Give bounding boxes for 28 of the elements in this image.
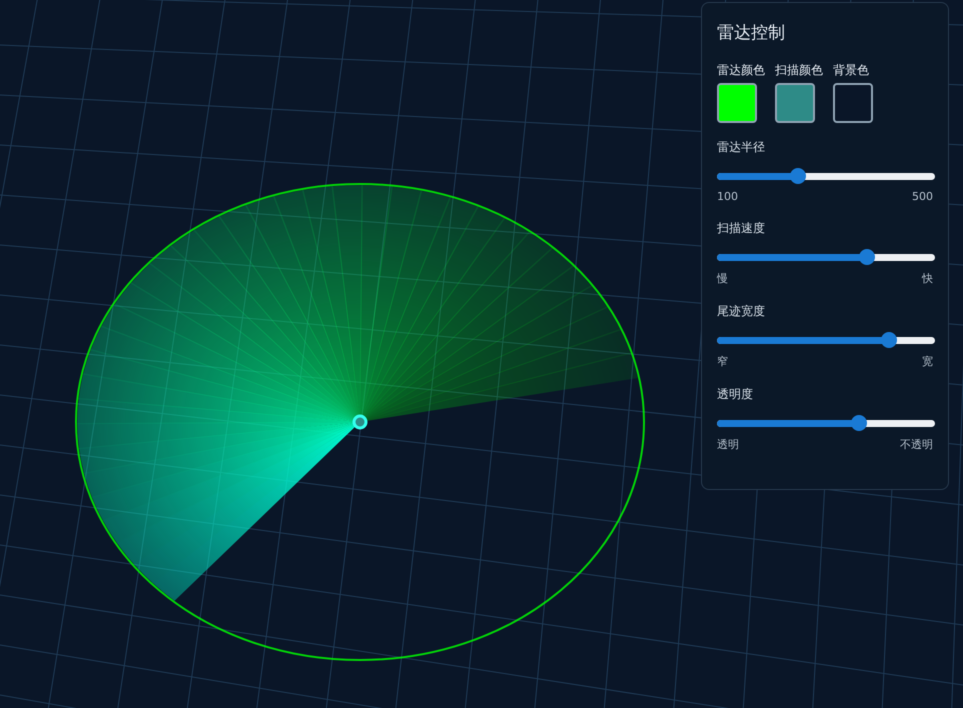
slider-min-label: 透明 xyxy=(717,437,739,452)
slider-thumb[interactable] xyxy=(881,332,898,348)
slider-label: 扫描速度 xyxy=(717,220,765,237)
slider-max-label: 不透明 xyxy=(900,437,933,452)
slider-label: 尾迹宽度 xyxy=(717,303,765,320)
color-label: 雷达颜色 xyxy=(717,62,765,79)
slider-max-label: 宽 xyxy=(922,354,933,369)
slider-thumb[interactable] xyxy=(850,415,867,431)
radar-center-dot xyxy=(352,414,368,430)
slider-min-label: 窄 xyxy=(717,354,728,369)
slider[interactable] xyxy=(717,249,935,265)
color-label: 扫描颜色 xyxy=(775,62,823,79)
slider-max-label: 快 xyxy=(922,271,933,286)
color-swatch[interactable] xyxy=(717,83,757,123)
slider[interactable] xyxy=(717,332,935,348)
slider-thumb[interactable] xyxy=(859,249,876,265)
slider[interactable] xyxy=(717,168,935,184)
slider-label: 雷达半径 xyxy=(717,139,765,156)
panel-title: 雷达控制 xyxy=(717,22,786,44)
slider-min-label: 慢 xyxy=(717,271,728,286)
color-label: 背景色 xyxy=(833,62,870,79)
slider[interactable] xyxy=(717,415,935,431)
slider-min-label: 100 xyxy=(717,190,738,203)
slider-thumb[interactable] xyxy=(790,168,806,184)
slider-label: 透明度 xyxy=(717,386,753,403)
color-swatch[interactable] xyxy=(775,83,815,123)
slider-max-label: 500 xyxy=(912,190,933,203)
color-swatch[interactable] xyxy=(833,83,873,123)
